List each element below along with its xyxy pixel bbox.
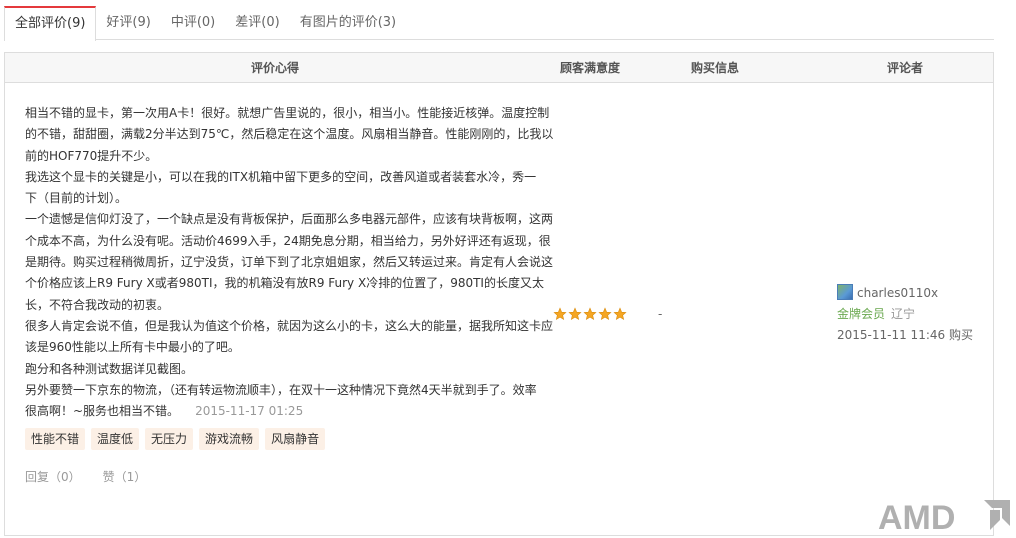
amd-logo-text: AMD <box>878 499 955 536</box>
star-icon <box>583 307 597 320</box>
reviewer-name[interactable]: charles0110x <box>857 286 938 300</box>
review-line: 的不错，甜甜圈，满载2分半达到75℃，然后稳定在这个温度。风扇相当静音。性能刚刚… <box>25 127 554 142</box>
header-purchase-info: 购买信息 <box>690 61 739 75</box>
tab-good-reviews[interactable]: 好评(9) <box>96 6 160 40</box>
rating-stars <box>553 307 627 321</box>
reviewer-level-line: 金牌会员 辽宁 <box>837 304 987 325</box>
header-content: 评价心得 <box>250 61 299 75</box>
review-tags: 性能不错 温度低 无压力 游戏流畅 风扇静音 <box>25 428 560 451</box>
reviewer-region: 辽宁 <box>891 307 916 321</box>
review-line: 下（目前的计划）。 <box>25 191 128 206</box>
review-line: 该是960性能以上所有卡中最小的了吧。 <box>25 340 240 355</box>
tab-image-reviews[interactable]: 有图片的评价(3) <box>290 6 406 40</box>
header-reviewer: 评论者 <box>886 61 923 75</box>
tab-all-reviews[interactable]: 全部评价(9) <box>4 6 97 41</box>
buy-time: 2015-11-11 11:46 购买 <box>837 328 973 342</box>
review-line: 另外要赞一下京东的物流，（还有转运物流顺丰），在双十一这种情况下竟然4天半就到手… <box>25 382 537 397</box>
amd-arrow-icon <box>984 500 1010 530</box>
tab-bad-reviews[interactable]: 差评(0) <box>225 6 289 40</box>
review-content: 相当不错的显卡，第一次用A卡！很好。就想广告里说的，很小，相当小。性能接近核弹。… <box>25 103 560 485</box>
review-table: 评价心得 顾客满意度 购买信息 评论者 相当不错的显卡，第一次用A卡！很好。就想… <box>4 52 994 536</box>
review-line: 前的HOF770提升不少。 <box>25 148 158 163</box>
review-line: 个成本不高，为什么没有呢。活动价4699入手，24期免息分期，相当给力，另外好评… <box>25 233 551 248</box>
member-level: 金牌会员 <box>837 307 886 321</box>
review-line: 一个遗憾是信仰灯没了，一个缺点是没有背板保护，后面那么多电器元部件，应该有块背板… <box>25 212 554 227</box>
review-line: 很高啊！~服务也相当不错。 <box>25 404 180 419</box>
review-tag[interactable]: 无压力 <box>145 428 194 451</box>
review-tag[interactable]: 风扇静音 <box>265 428 326 451</box>
reply-link[interactable]: 回复（0） <box>25 468 81 485</box>
star-icon <box>613 307 627 320</box>
tab-neutral-reviews[interactable]: 中评(0) <box>161 6 225 40</box>
review-line: 很多人肯定会说不值，但是我认为值这个价格，就因为这么小的卡，这么大的能量，据我所… <box>25 318 554 333</box>
like-link[interactable]: 赞（1） <box>103 468 147 485</box>
reviewer-name-line: charles0110x <box>837 283 987 304</box>
review-line: 是期待。购买过程稍微周折，辽宁没货，订单下到了北京姐姐家，然后又转运过来。肯定有… <box>25 255 554 270</box>
reviewer-info: charles0110x 金牌会员 辽宁 2015-11-11 11:46 购买 <box>837 283 987 346</box>
review-line: 跑分和各种测试数据详见截图。 <box>25 361 194 376</box>
table-header: 评价心得 顾客满意度 购买信息 评论者 <box>5 53 993 83</box>
review-row: 相当不错的显卡，第一次用A卡！很好。就想广告里说的，很小，相当小。性能接近核弹。… <box>5 83 993 535</box>
review-tag[interactable]: 性能不错 <box>25 428 86 451</box>
star-icon <box>553 307 567 320</box>
header-satisfaction: 顾客满意度 <box>559 61 620 75</box>
review-filter-tabs: 全部评价(9) 好评(9) 中评(0) 差评(0) 有图片的评价(3) <box>4 6 994 41</box>
review-actions: 回复（0） 赞（1） <box>25 468 560 485</box>
review-text: 相当不错的显卡，第一次用A卡！很好。就想广告里说的，很小，相当小。性能接近核弹。… <box>25 103 560 422</box>
review-line: 我选这个显卡的关键是小，可以在我的ITX机箱中留下更多的空间，改善风道或者装套水… <box>25 169 537 184</box>
review-line: 个价格应该上R9 Fury X或者980TI，我的机箱没有放R9 Fury X冷… <box>25 276 544 291</box>
review-tag[interactable]: 温度低 <box>91 428 140 451</box>
purchase-info: - <box>658 307 663 321</box>
amd-logo: AMD <box>878 499 1010 536</box>
star-icon <box>568 307 582 320</box>
review-line: 长，不符合我改动的初衷。 <box>25 297 170 312</box>
review-tag[interactable]: 游戏流畅 <box>199 428 260 451</box>
star-icon <box>598 307 612 320</box>
avatar[interactable] <box>837 284 853 300</box>
review-time: 2015-11-17 01:25 <box>195 404 304 419</box>
review-line: 相当不错的显卡，第一次用A卡！很好。就想广告里说的，很小，相当小。性能接近核弹。… <box>25 106 550 120</box>
review-line-last: 很高啊！~服务也相当不错。 2015-11-17 01:25 <box>25 401 560 422</box>
